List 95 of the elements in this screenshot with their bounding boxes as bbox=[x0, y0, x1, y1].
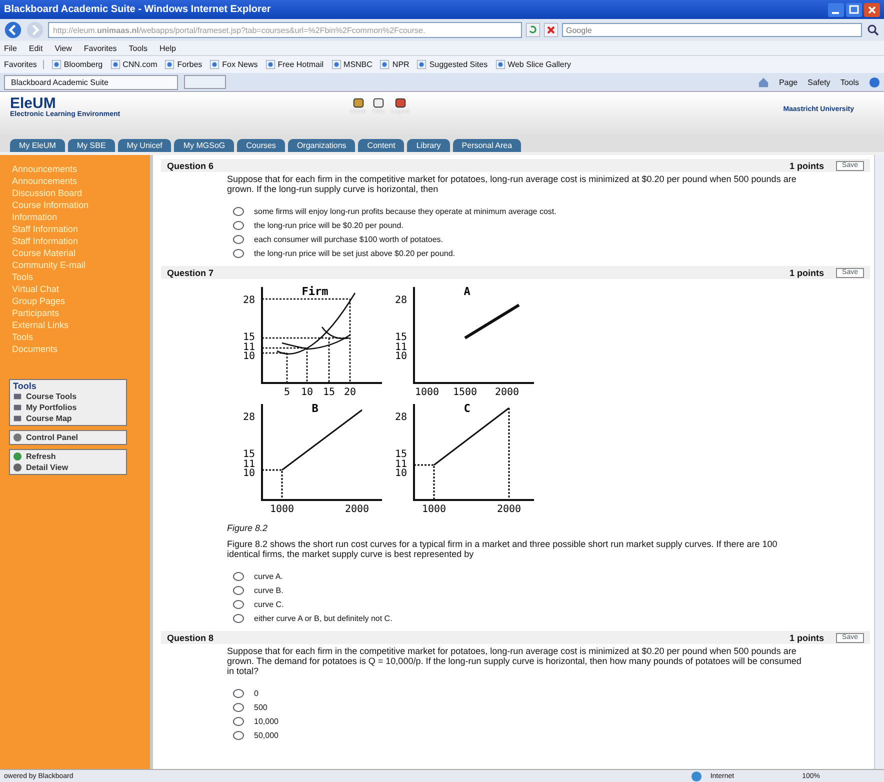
favorite-link[interactable]: Web Slice Gallery bbox=[508, 60, 572, 69]
page-icon bbox=[332, 60, 341, 69]
radio-button[interactable] bbox=[233, 716, 244, 726]
question-text: Figure 8.2 shows the short run cost curves for a typical firm in a market and three possible short run market supply curves. If there are 100 identical firms, the market supply curve is best represented by bbox=[227, 539, 778, 559]
favorite-link[interactable]: Free Hotmail bbox=[278, 60, 324, 69]
answer-option: curve A. bbox=[254, 572, 283, 580]
radio-button[interactable] bbox=[233, 220, 244, 230]
tool-link[interactable]: Course Tools bbox=[26, 392, 77, 401]
site-logo: EleUM bbox=[10, 96, 56, 111]
back-button[interactable] bbox=[4, 21, 22, 39]
site-tab[interactable]: Organizations bbox=[288, 139, 356, 152]
minimize-button[interactable] bbox=[828, 2, 844, 16]
command-menu[interactable]: Tools bbox=[840, 78, 859, 86]
points-label: 1 points bbox=[790, 632, 824, 642]
graph-drawing: B 28 15 11 10 1000 2000 bbox=[237, 400, 387, 515]
search-field[interactable]: Google bbox=[562, 23, 862, 37]
favorite-link[interactable]: CNN.com bbox=[122, 60, 158, 69]
menu-item[interactable]: File bbox=[4, 44, 17, 52]
site-tab[interactable]: Library bbox=[407, 139, 450, 152]
menu-item[interactable]: Tools bbox=[128, 44, 148, 52]
radio-button[interactable] bbox=[233, 206, 244, 216]
refresh-button[interactable] bbox=[526, 23, 540, 37]
page-icon bbox=[165, 60, 174, 69]
answer-option: 50,000 bbox=[254, 730, 278, 740]
points-label: 1 points bbox=[790, 160, 824, 170]
tool-link[interactable]: Course Map bbox=[26, 414, 72, 423]
radio-button[interactable] bbox=[233, 688, 244, 698]
site-tab[interactable]: My SBE bbox=[68, 139, 115, 152]
search-icon[interactable] bbox=[866, 23, 880, 37]
menu-item[interactable]: View bbox=[54, 44, 72, 52]
favorites-button[interactable]: Favorites bbox=[4, 60, 44, 69]
command-menu[interactable]: Safety bbox=[808, 78, 830, 86]
tool-link[interactable]: My Portfolios bbox=[26, 403, 77, 412]
radio-button[interactable] bbox=[233, 248, 244, 258]
menu-item[interactable]: Help bbox=[159, 44, 176, 52]
radio-button[interactable] bbox=[233, 702, 244, 712]
graph-drawing: Firm 28 15 11 10 5 10 15 20 bbox=[237, 283, 387, 398]
radio-button[interactable] bbox=[233, 234, 244, 244]
answer-option: some firms will enjoy long-run profits because they operate at minimum average cost. bbox=[254, 206, 556, 216]
panel-icon bbox=[13, 433, 22, 442]
site-tab[interactable]: My MGSoG bbox=[174, 139, 234, 152]
radio-button[interactable] bbox=[233, 586, 244, 594]
answer-option: curve B. bbox=[254, 586, 284, 594]
answer-option: each consumer will purchase $100 worth of potatoes. bbox=[254, 234, 443, 244]
site-tab[interactable]: My Unicef bbox=[118, 139, 172, 152]
figure-caption: Figure 8.2 bbox=[227, 523, 269, 533]
favorite-link[interactable]: Suggested Sites bbox=[429, 60, 488, 69]
action-link[interactable]: Refresh bbox=[26, 452, 56, 461]
scroll-bar[interactable] bbox=[874, 155, 884, 769]
control-panel-link[interactable]: Control Panel bbox=[26, 433, 78, 442]
question-label: Question 7 bbox=[167, 268, 214, 278]
menu-item[interactable]: Favorites bbox=[84, 44, 117, 52]
graph-drawing: A 28 15 11 10 1000 1500 2000 bbox=[389, 283, 539, 398]
favorite-link[interactable]: Forbes bbox=[177, 60, 202, 69]
page-icon bbox=[110, 60, 120, 69]
question-text: Suppose that for each firm in the competitive market for potatoes, long-run average cost is minimized at $0.20 per pound when 500 pounds are grown. If the long-run supply curve is horizontal, then bbox=[227, 174, 798, 194]
site-tab[interactable]: Courses bbox=[237, 139, 285, 152]
radio-button[interactable] bbox=[233, 600, 244, 608]
page-icon bbox=[496, 60, 505, 69]
radio-button[interactable] bbox=[233, 614, 244, 622]
command-menu[interactable]: Page bbox=[778, 78, 798, 86]
points-label: 1 points bbox=[790, 268, 824, 278]
answer-option: the long-run price will be set just above $0.20 per pound. bbox=[254, 248, 456, 258]
page-icon bbox=[52, 60, 61, 69]
browser-tab[interactable]: Blackboard Academic Suite bbox=[4, 74, 178, 90]
page-icon bbox=[210, 60, 220, 69]
question-label: Question 6 bbox=[167, 160, 214, 170]
menu-item[interactable]: Edit bbox=[28, 44, 43, 52]
favorite-link[interactable]: Bloomberg bbox=[64, 60, 103, 69]
question-label: Question 8 bbox=[167, 632, 214, 642]
favorite-link[interactable]: MSNBC bbox=[344, 60, 372, 69]
page-icon bbox=[380, 60, 390, 69]
answer-option: 0 bbox=[254, 688, 258, 698]
maximize-button[interactable] bbox=[846, 2, 862, 16]
site-tab[interactable]: Personal Area bbox=[452, 139, 522, 152]
radio-button[interactable] bbox=[233, 730, 244, 740]
page-icon bbox=[417, 60, 426, 69]
close-button[interactable] bbox=[864, 2, 880, 16]
answer-option: either curve A or B, but definitely not C. bbox=[254, 614, 392, 622]
answer-option: 10,000 bbox=[254, 716, 278, 726]
site-tab[interactable]: My EleUM bbox=[10, 139, 65, 152]
page-icon bbox=[266, 60, 275, 69]
answer-option: curve C. bbox=[254, 600, 284, 608]
question-text: Suppose that for each firm in the competitive market for potatoes, long-run average cost is minimized at $0.20 per pound when 500 pounds are grown. The demand for potatoes is Q = 10,000/p. If the long-run supply curve is horizontal, then how many pounds of potatoes will be consumed in total? bbox=[227, 646, 802, 676]
graph-drawing: C 28 15 11 10 1000 2000 bbox=[389, 400, 539, 515]
panel-title: Tools bbox=[13, 381, 38, 391]
favorite-link[interactable]: NPR bbox=[392, 60, 410, 69]
radio-button[interactable] bbox=[233, 572, 244, 580]
action-link[interactable]: Detail View bbox=[26, 463, 68, 472]
favorite-link[interactable]: Fox News bbox=[222, 60, 258, 69]
site-tab[interactable]: Content bbox=[358, 139, 404, 152]
window-title: Blackboard Academic Suite - Windows Internet Explorer bbox=[4, 4, 272, 15]
answer-option: the long-run price will be $0.20 per pound. bbox=[254, 220, 404, 230]
stop-button[interactable] bbox=[544, 23, 558, 37]
answer-option: 500 bbox=[254, 702, 268, 712]
